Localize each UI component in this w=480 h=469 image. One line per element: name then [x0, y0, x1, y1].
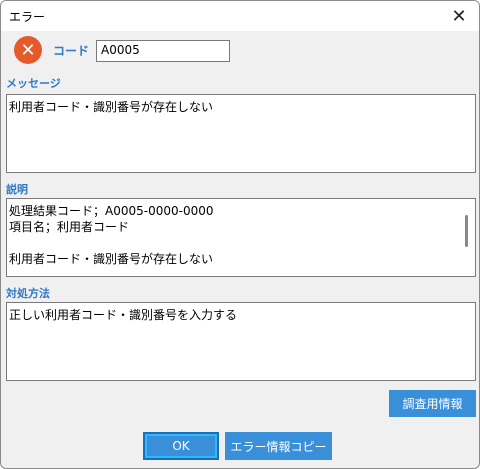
error-icon: ✕: [14, 36, 42, 64]
message-box[interactable]: 利用者コード・識別番号が存在しない: [6, 94, 476, 173]
description-line: 項目名；利用者コード: [9, 220, 130, 234]
remedy-box[interactable]: 正しい利用者コード・識別番号を入力する: [6, 302, 476, 381]
window-title: エラー: [9, 10, 46, 24]
remedy-line: 正しい利用者コード・識別番号を入力する: [9, 308, 238, 322]
description-line: [9, 235, 473, 251]
code-label: コード: [53, 44, 90, 58]
title-bar: エラー ✕: [1, 1, 479, 31]
copy-error-info-button[interactable]: エラー情報コピー: [225, 432, 332, 460]
message-label: メッセージ: [6, 77, 61, 90]
description-box[interactable]: 処理結果コード；A0005-0000-0000 項目名；利用者コード 利用者コー…: [6, 198, 476, 277]
scrollbar-thumb[interactable]: [465, 215, 468, 247]
description-label: 説明: [6, 183, 28, 196]
remedy-label: 対処方法: [6, 287, 50, 300]
close-icon[interactable]: ✕: [439, 1, 479, 31]
ok-button[interactable]: OK: [143, 432, 219, 460]
investigate-info-button[interactable]: 調査用情報: [389, 390, 476, 417]
message-line: 利用者コード・識別番号が存在しない: [9, 100, 214, 114]
code-field[interactable]: A0005: [96, 40, 230, 62]
description-line: 利用者コード・識別番号が存在しない: [9, 252, 214, 266]
error-dialog: エラー ✕ ✕ コード A0005 メッセージ 利用者コード・識別番号が存在しな…: [0, 0, 480, 469]
description-line: 処理結果コード；A0005-0000-0000: [9, 204, 214, 218]
